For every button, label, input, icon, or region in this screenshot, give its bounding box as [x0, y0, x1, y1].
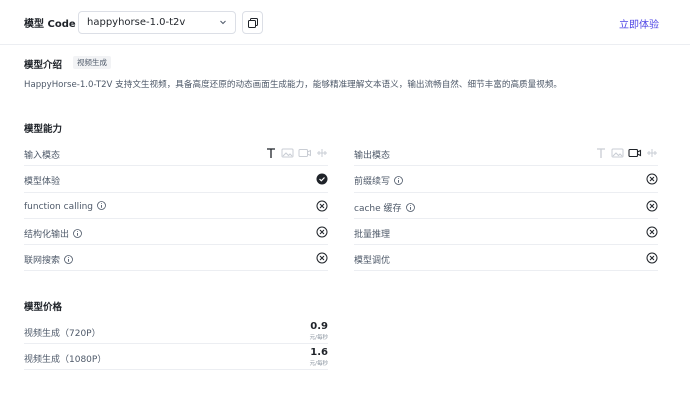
capability-row: 联网搜索 — [24, 245, 328, 272]
model-description: HappyHorse-1.0-T2V 支持文生视频，具备高度还原的动态画面生成能… — [24, 80, 563, 90]
model-code-label: 模型 Code — [24, 19, 76, 30]
price-label: 视频生成（1080P） — [24, 355, 107, 365]
close-circle-icon — [646, 252, 658, 264]
pricing-title: 模型价格 — [24, 302, 63, 313]
output-modality-label: 输出模态 — [354, 151, 391, 161]
info-icon[interactable] — [405, 202, 415, 212]
close-circle-icon — [646, 226, 658, 238]
input-modality-row: 输入模态 — [24, 140, 328, 167]
output-modality-icons — [595, 147, 658, 159]
price-unit: 元/每秒 — [309, 361, 328, 367]
info-icon[interactable] — [97, 200, 106, 210]
text-icon — [267, 148, 275, 158]
info-icon[interactable] — [73, 228, 82, 238]
price-label: 视频生成（720P） — [24, 329, 101, 339]
video-icon — [628, 148, 642, 158]
input-capabilities-table: 输入模态 模型体验 function calling 结构化输出 联网搜索 — [24, 140, 328, 272]
capability-label: 联网搜索 — [24, 253, 73, 266]
capability-label: 模型体验 — [24, 177, 61, 188]
text-icon — [597, 148, 605, 158]
close-circle-icon — [316, 200, 328, 212]
audio-icon — [317, 149, 327, 157]
input-modality-label: 输入模态 — [24, 151, 61, 161]
video-icon — [298, 149, 311, 157]
capability-label: 前缀续写 — [354, 174, 403, 187]
price-value: 1.6 — [310, 347, 328, 358]
capability-row: 结构化输出 — [24, 219, 328, 246]
image-icon — [611, 148, 624, 158]
close-circle-icon — [316, 226, 328, 238]
price-unit: 元/每秒 — [309, 335, 328, 341]
input-modality-icons — [265, 147, 328, 159]
check-circle-icon — [316, 173, 328, 185]
capability-label: function calling — [24, 200, 106, 212]
capability-label: 结构化输出 — [24, 227, 82, 240]
close-circle-icon — [646, 173, 658, 185]
model-code-select-value: happyhorse-1.0-t2v — [87, 17, 186, 28]
intro-title: 模型介绍 — [24, 60, 63, 71]
capability-label: 批量推理 — [354, 229, 391, 240]
capability-label: 模型调优 — [354, 256, 391, 267]
capability-row: 模型调优 — [354, 245, 658, 272]
capability-row: 前缀续写 — [354, 166, 658, 193]
copy-icon — [248, 18, 258, 28]
capability-row: function calling — [24, 193, 328, 219]
copy-button[interactable] — [242, 11, 263, 34]
price-value: 0.9 — [310, 321, 328, 332]
price-row: 视频生成（1080P） 1.6 元/每秒 — [24, 344, 328, 370]
try-now-link[interactable]: 立即体验 — [619, 16, 659, 31]
top-bar: 模型 Code happyhorse-1.0-t2v 立即体验 — [0, 0, 690, 45]
chevron-down-icon — [220, 20, 226, 25]
audio-icon — [647, 149, 657, 157]
info-icon[interactable] — [394, 176, 403, 186]
close-circle-icon — [646, 200, 658, 212]
close-circle-icon — [316, 252, 328, 264]
capability-row: 批量推理 — [354, 219, 658, 246]
image-icon — [281, 148, 294, 158]
category-tag: 视频生成 — [73, 56, 111, 69]
pricing-table: 视频生成（720P） 0.9 元/每秒 视频生成（1080P） 1.6 元/每秒 — [24, 318, 328, 370]
capability-row: 模型体验 — [24, 166, 328, 193]
output-capabilities-table: 输出模态 前缀续写 cache 缓存 批量推理 模型调优 — [354, 140, 658, 272]
model-code-select[interactable]: happyhorse-1.0-t2v — [78, 11, 236, 34]
info-icon[interactable] — [64, 255, 73, 265]
output-modality-row: 输出模态 — [354, 140, 658, 167]
capabilities-title: 模型能力 — [24, 124, 63, 135]
capability-label: cache 缓存 — [354, 201, 415, 214]
price-row: 视频生成（720P） 0.9 元/每秒 — [24, 318, 328, 344]
capability-row: cache 缓存 — [354, 193, 658, 219]
